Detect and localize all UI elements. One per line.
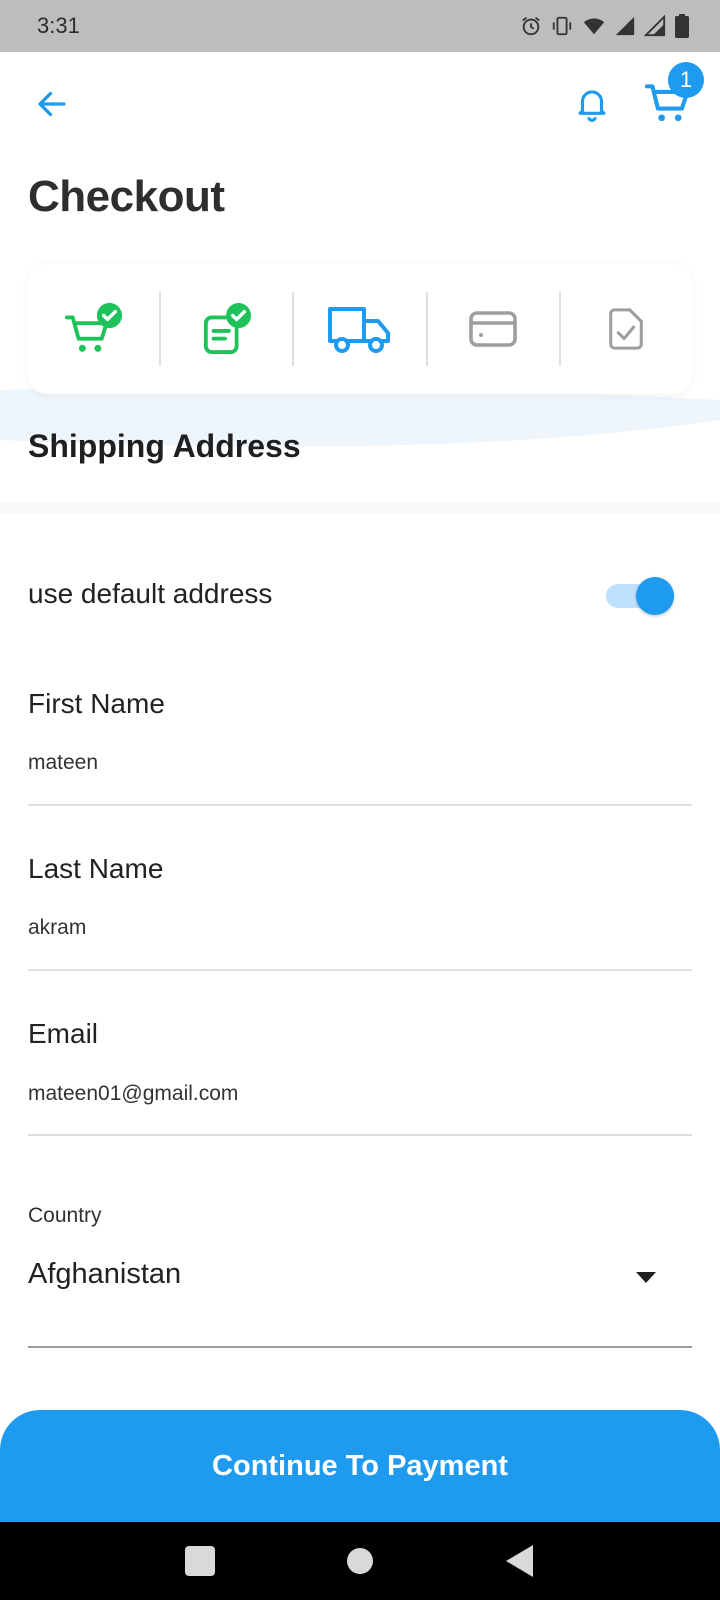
back-icon (506, 1545, 533, 1577)
country-label: Country (28, 1204, 102, 1227)
continue-to-payment-button[interactable]: Continue To Payment (0, 1410, 720, 1522)
continue-button-label: Continue To Payment (212, 1449, 508, 1482)
wifi-icon (583, 18, 605, 35)
app-bar (0, 52, 720, 156)
truck-icon (328, 307, 390, 353)
system-back-button[interactable] (500, 1541, 540, 1581)
system-nav-bar (0, 1522, 720, 1600)
signal-icon (644, 15, 666, 37)
recents-button[interactable] (180, 1541, 220, 1581)
default-address-label: use default address (28, 578, 273, 609)
country-select[interactable]: Afghanistan (28, 1252, 692, 1350)
default-address-toggle[interactable] (606, 577, 674, 615)
cart-count-badge: 1 (668, 62, 704, 98)
step-cart[interactable] (28, 264, 159, 394)
step-confirm[interactable] (561, 264, 692, 394)
section-divider (0, 502, 720, 514)
step-shipping[interactable] (294, 264, 425, 394)
home-button[interactable] (340, 1541, 380, 1581)
country-value: Afghanistan (28, 1258, 182, 1290)
section-title: Shipping Address (28, 428, 301, 464)
credit-card-icon (469, 311, 518, 347)
status-time: 3:31 (37, 13, 80, 38)
last-name-field[interactable]: akram (28, 916, 86, 940)
last-name-underline (28, 969, 692, 971)
alarm-icon (522, 17, 540, 36)
email-field[interactable]: mateen01@gmail.com (28, 1082, 238, 1106)
step-payment[interactable] (428, 264, 559, 394)
bell-icon (578, 90, 606, 122)
status-icons (520, 14, 690, 38)
toggle-thumb (636, 577, 674, 615)
signal-icon (615, 16, 635, 36)
status-bar: 3:31 (0, 0, 720, 52)
back-button[interactable] (30, 82, 74, 126)
recents-icon (185, 1546, 215, 1576)
battery-icon (675, 14, 689, 38)
cart-check-icon (64, 302, 122, 352)
email-label: Email (28, 1018, 99, 1049)
clipboard-check-icon (203, 303, 251, 354)
first-name-underline (28, 804, 692, 806)
checkout-steps (28, 264, 692, 394)
country-underline (28, 1346, 692, 1348)
page-title: Checkout (28, 172, 225, 221)
last-name-label: Last Name (28, 853, 164, 884)
home-icon (347, 1548, 373, 1574)
arrow-left-icon (38, 91, 66, 117)
notifications-button[interactable] (570, 80, 614, 126)
first-name-field[interactable]: mateen (28, 751, 98, 775)
first-name-label: First Name (28, 688, 165, 719)
document-check-icon (609, 308, 644, 350)
email-underline (28, 1134, 692, 1136)
step-summary[interactable] (161, 264, 292, 394)
vibrate-icon (552, 16, 572, 36)
dropdown-arrow-icon (636, 1272, 656, 1283)
